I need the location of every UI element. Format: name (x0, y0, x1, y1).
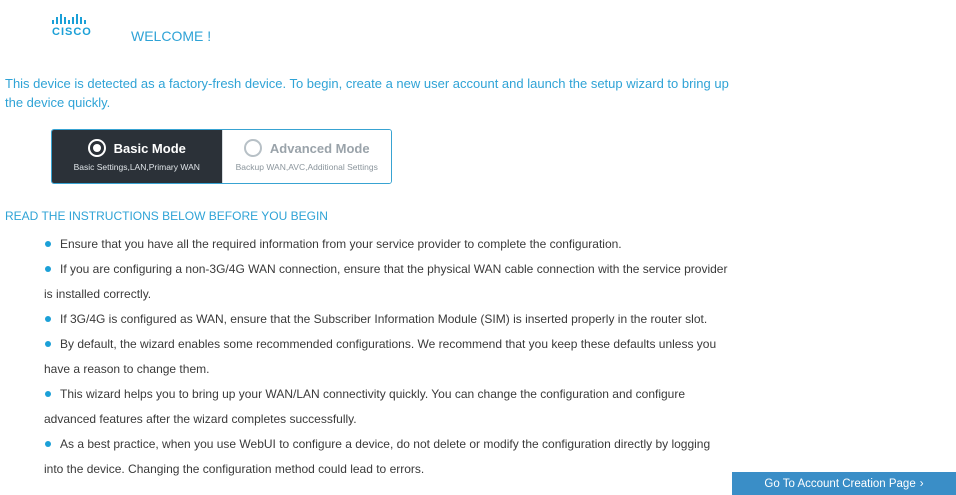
instruction-line-cont: into the device. Changing the configurat… (44, 462, 425, 476)
bullet-icon (45, 390, 51, 397)
instruction-line-cont: advanced features after the wizard compl… (44, 412, 357, 426)
bullet-icon (45, 240, 51, 247)
list-item: By default, the wizard enables some reco… (44, 332, 845, 382)
bullet-icon (45, 315, 51, 322)
cisco-logo: CISCO (52, 14, 102, 40)
basic-mode-option[interactable]: Basic Mode Basic Settings,LAN,Primary WA… (52, 130, 222, 183)
radio-unselected-icon[interactable] (243, 139, 262, 157)
cisco-logo-text: CISCO (52, 26, 92, 38)
list-item: This wizard helps you to bring up your W… (44, 382, 845, 432)
basic-mode-subtitle: Basic Settings,LAN,Primary WAN (73, 162, 200, 172)
cisco-bars-icon (52, 14, 102, 24)
go-to-account-creation-button[interactable]: Go To Account Creation Page › (732, 472, 956, 495)
chevron-right-icon: › (919, 477, 924, 490)
header: CISCO WELCOME ! (0, 0, 956, 60)
basic-mode-title: Basic Mode (113, 140, 186, 156)
bullet-icon (45, 340, 51, 347)
list-item: As a best practice, when you use WebUI t… (44, 432, 845, 482)
radio-selected-icon[interactable] (87, 139, 106, 157)
list-item: If 3G/4G is configured as WAN, ensure th… (45, 307, 845, 332)
instruction-line: By default, the wizard enables some reco… (60, 337, 717, 351)
instructions-title: READ THE INSTRUCTIONS BELOW BEFORE YOU B… (5, 209, 328, 223)
instruction-line: If you are configuring a non-3G/4G WAN c… (60, 262, 728, 276)
list-item: If you are configuring a non-3G/4G WAN c… (44, 257, 845, 307)
bullet-icon (45, 440, 51, 447)
intro-text: This device is detected as a factory-fre… (5, 76, 729, 110)
bullet-icon (45, 265, 51, 272)
instruction-line-cont: have a reason to change them. (44, 362, 210, 376)
mode-toggle: Basic Mode Basic Settings,LAN,Primary WA… (51, 129, 392, 184)
list-item: Ensure that you have all the required in… (45, 232, 845, 257)
instruction-line-cont: is installed correctly. (44, 287, 152, 301)
instruction-line: As a best practice, when you use WebUI t… (60, 437, 711, 451)
advanced-mode-option[interactable]: Advanced Mode Backup WAN,AVC,Additional … (221, 130, 391, 183)
instruction-line: Ensure that you have all the required in… (60, 237, 622, 251)
advanced-mode-subtitle: Backup WAN,AVC,Additional Settings (235, 162, 378, 172)
instructions-list: Ensure that you have all the required in… (44, 232, 845, 482)
welcome-title: WELCOME ! (131, 28, 212, 44)
instruction-line: This wizard helps you to bring up your W… (60, 387, 686, 401)
go-button-label: Go To Account Creation Page (764, 477, 916, 490)
instruction-line: If 3G/4G is configured as WAN, ensure th… (60, 312, 708, 326)
advanced-mode-title: Advanced Mode (269, 140, 370, 156)
